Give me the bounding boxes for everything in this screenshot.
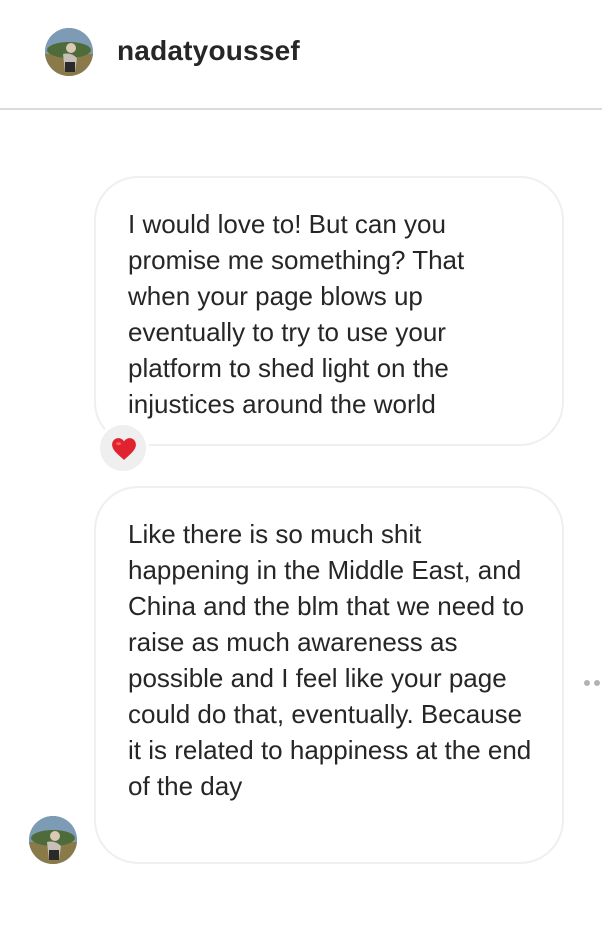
dot bbox=[584, 680, 590, 686]
profile-avatar[interactable] bbox=[45, 28, 93, 76]
more-options-icon[interactable] bbox=[580, 676, 602, 690]
profile-photo-icon bbox=[45, 28, 93, 76]
chat-header: nadatyoussef bbox=[0, 0, 602, 110]
message-bubble[interactable]: Like there is so much shit happening in … bbox=[94, 486, 564, 864]
profile-photo-icon bbox=[29, 816, 77, 864]
username[interactable]: nadatyoussef bbox=[117, 32, 300, 70]
message-reaction[interactable] bbox=[97, 422, 149, 474]
message-bubble[interactable]: I would love to! But can you promise me … bbox=[94, 176, 564, 446]
dot bbox=[594, 680, 600, 686]
red-heart-icon bbox=[112, 438, 136, 460]
sender-avatar[interactable] bbox=[29, 816, 77, 864]
